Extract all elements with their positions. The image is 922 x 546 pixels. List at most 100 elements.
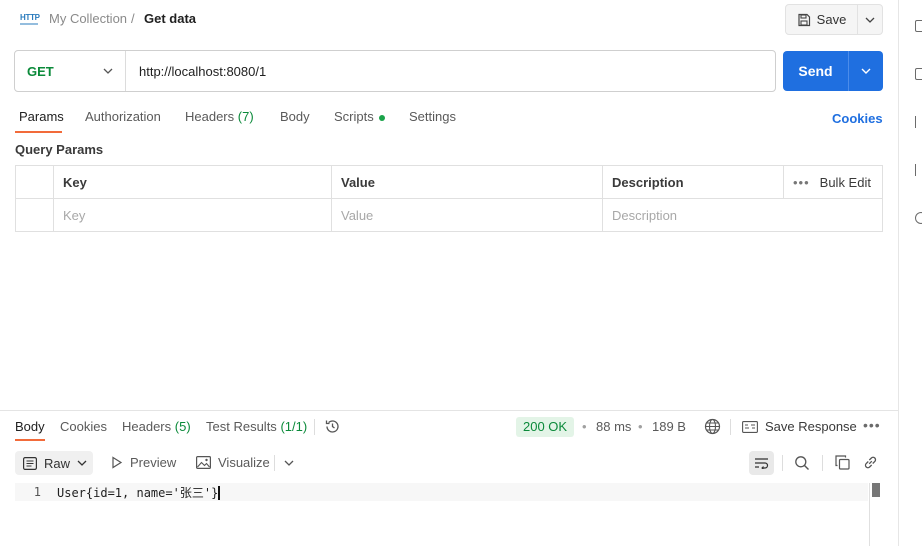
- play-icon: [111, 456, 123, 469]
- chevron-down-icon: [865, 17, 875, 23]
- query-params-title: Query Params: [15, 142, 104, 157]
- globe-icon[interactable]: [704, 418, 721, 435]
- raw-label: Raw: [44, 455, 71, 471]
- request-bar: GET http://localhost:8080/1: [14, 50, 776, 92]
- save-response-label: Save Response: [765, 419, 857, 434]
- comments-icon[interactable]: [915, 68, 922, 80]
- documentation-icon[interactable]: [915, 20, 922, 32]
- response-tab-test-results-count: (1/1): [280, 419, 308, 434]
- tab-headers[interactable]: Headers (7): [185, 109, 254, 125]
- visualize-button[interactable]: Visualize: [196, 455, 270, 470]
- save-options-button[interactable]: [858, 5, 882, 34]
- wrap-lines-button[interactable]: [749, 451, 774, 475]
- save-response-button[interactable]: Save Response: [742, 419, 857, 434]
- send-button-group: Send: [783, 51, 883, 91]
- param-key-input[interactable]: Key: [53, 198, 332, 232]
- chevron-down-icon: [77, 460, 87, 466]
- copy-icon[interactable]: [835, 455, 850, 470]
- cookies-link[interactable]: Cookies: [832, 111, 883, 126]
- divider: [782, 455, 783, 471]
- table-header-row: Key Value Description ••• Bulk Edit: [15, 165, 883, 199]
- related-icon[interactable]: [915, 164, 922, 176]
- line-number: 1: [33, 485, 41, 499]
- request-title[interactable]: Get data: [144, 11, 196, 27]
- tab-params[interactable]: Params: [19, 109, 64, 125]
- info-icon[interactable]: [915, 212, 922, 224]
- tab-body[interactable]: Body: [280, 109, 310, 125]
- divider: [274, 455, 275, 471]
- bulk-edit-button[interactable]: ••• Bulk Edit: [783, 165, 883, 199]
- raw-format-icon: [23, 456, 37, 470]
- url-input[interactable]: http://localhost:8080/1: [126, 64, 266, 79]
- text-cursor: [218, 486, 221, 500]
- chevron-down-icon: [861, 68, 871, 74]
- query-params-table: Key Value Description ••• Bulk Edit Key V…: [15, 165, 883, 232]
- save-label: Save: [816, 12, 847, 27]
- method-label: GET: [27, 63, 54, 79]
- save-button[interactable]: Save: [786, 5, 858, 34]
- response-body-text: User{id=1, name='张三'}: [55, 484, 221, 501]
- active-response-tab-indicator: [15, 439, 45, 441]
- breadcrumb-separator: /: [131, 11, 135, 26]
- table-row: Key Value Description: [15, 198, 883, 232]
- tab-headers-count: (7): [237, 109, 254, 124]
- response-tab-headers-label: Headers: [122, 419, 172, 434]
- right-sidebar-rail: [898, 0, 922, 546]
- history-icon[interactable]: [324, 418, 341, 435]
- tab-settings[interactable]: Settings: [409, 109, 456, 125]
- link-icon[interactable]: [863, 455, 878, 470]
- save-button-group: Save: [785, 4, 883, 35]
- response-tab-headers-count: (5): [174, 419, 191, 434]
- response-tab-body[interactable]: Body: [15, 419, 45, 435]
- save-response-icon: [742, 420, 758, 433]
- preview-label: Preview: [130, 455, 177, 470]
- send-button[interactable]: Send: [783, 51, 849, 91]
- search-icon[interactable]: [794, 455, 810, 471]
- response-body-text-start: User: [57, 485, 86, 500]
- meta-separator: •: [638, 419, 643, 434]
- response-tab-cookies[interactable]: Cookies: [60, 419, 107, 435]
- image-icon: [196, 456, 211, 469]
- response-time[interactable]: 88 ms: [596, 419, 631, 435]
- preview-button[interactable]: Preview: [111, 455, 176, 470]
- tab-headers-label: Headers: [185, 109, 235, 124]
- response-body-text-end: }: [211, 485, 219, 500]
- more-dots-icon: •••: [793, 174, 810, 190]
- active-tab-indicator: [15, 131, 62, 133]
- breadcrumb-collection[interactable]: My Collection: [49, 11, 127, 27]
- table-checkbox-cell: [15, 198, 54, 232]
- divider: [822, 455, 823, 471]
- bulk-edit-label: Bulk Edit: [819, 174, 871, 190]
- send-options-button[interactable]: [849, 51, 883, 91]
- table-checkbox-cell: [15, 165, 54, 199]
- scrollbar-thumb[interactable]: [872, 483, 880, 497]
- http-icon: HTTP: [20, 11, 40, 25]
- response-body-line[interactable]: 1 User{id=1, name='张三'}: [15, 483, 868, 501]
- method-select[interactable]: GET: [15, 51, 126, 91]
- response-tab-test-results-label: Test Results: [206, 419, 277, 434]
- visualize-label: Visualize: [218, 455, 270, 470]
- wrap-icon: [754, 457, 769, 469]
- column-header-key: Key: [53, 165, 332, 199]
- meta-separator: •: [582, 419, 587, 434]
- chevron-down-icon: [103, 68, 113, 74]
- tab-scripts[interactable]: Scripts: [334, 109, 385, 125]
- column-header-value: Value: [331, 165, 603, 199]
- more-options-icon[interactable]: •••: [863, 417, 881, 433]
- param-value-input[interactable]: Value: [331, 198, 603, 232]
- format-raw-select[interactable]: Raw: [15, 451, 93, 475]
- param-description-input[interactable]: Description: [602, 198, 883, 232]
- code-icon[interactable]: [915, 116, 922, 128]
- response-body-text-mid: {id=1, name='张三': [85, 485, 212, 500]
- status-badge[interactable]: 200 OK: [516, 417, 575, 437]
- response-tab-headers[interactable]: Headers (5): [122, 419, 191, 435]
- chevron-down-icon[interactable]: [284, 460, 294, 466]
- response-size[interactable]: 189 B: [652, 419, 686, 435]
- column-header-description: Description: [602, 165, 784, 199]
- response-divider[interactable]: [0, 410, 898, 411]
- response-tab-test-results[interactable]: Test Results (1/1): [206, 419, 307, 435]
- divider: [314, 419, 315, 435]
- tab-authorization[interactable]: Authorization: [85, 109, 161, 125]
- divider: [730, 419, 731, 435]
- response-scrollbar[interactable]: [869, 483, 880, 546]
